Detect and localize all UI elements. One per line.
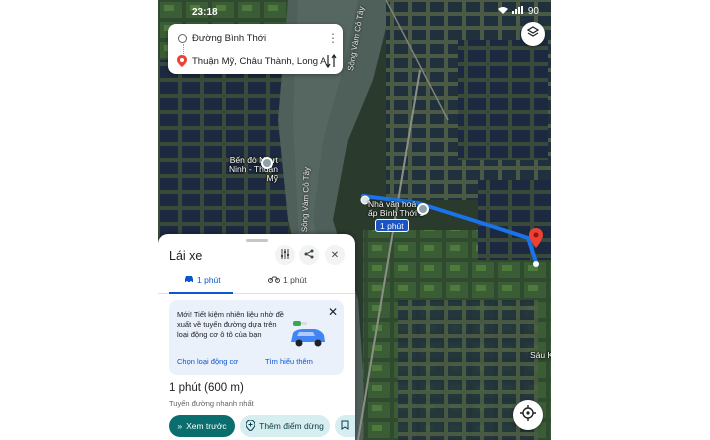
crosshair-icon bbox=[520, 404, 536, 426]
phone-screen: 23:18 90 Đường Bình Thới ⋮ Thuận Mỹ, Châ… bbox=[158, 0, 551, 440]
tab-motorbike[interactable]: 1 phút bbox=[268, 275, 307, 285]
save-button[interactable] bbox=[335, 415, 355, 437]
add-stop-button-label: Thêm điểm dừng bbox=[259, 421, 324, 431]
destination-field[interactable]: Thuận Mỹ, Châu Thành, Long An bbox=[192, 56, 327, 67]
route-options-button[interactable] bbox=[275, 245, 295, 265]
tab-car[interactable]: 1 phút bbox=[184, 275, 221, 285]
layers-icon bbox=[526, 25, 540, 43]
promo-text: Mới! Tiết kiệm nhiên liệu nhờ đề xuất về… bbox=[177, 310, 284, 339]
active-tab-indicator bbox=[169, 292, 233, 294]
destination-pin-icon bbox=[177, 55, 187, 67]
sliders-icon bbox=[280, 248, 290, 262]
layers-button[interactable] bbox=[521, 22, 545, 46]
more-options-icon[interactable]: ⋮ bbox=[327, 31, 339, 45]
share-button[interactable] bbox=[299, 245, 319, 265]
destination-marker-icon[interactable] bbox=[529, 228, 543, 248]
learn-more-link[interactable]: Tìm hiểu thêm bbox=[265, 357, 313, 366]
directions-sheet: Lái xe ✕ 1 phút 1 phút Mới! Tiết kiệm nh… bbox=[158, 234, 355, 440]
choose-engine-link[interactable]: Chọn loại động cơ bbox=[177, 357, 238, 366]
culture-house-poi-icon[interactable] bbox=[417, 203, 429, 215]
preview-button-label: Xem trước bbox=[186, 421, 227, 431]
sheet-title: Lái xe bbox=[169, 249, 203, 263]
ferry-poi-icon[interactable] bbox=[261, 157, 273, 169]
close-icon: ✕ bbox=[330, 249, 340, 261]
origin-dot-icon bbox=[178, 34, 187, 43]
share-icon bbox=[304, 249, 314, 262]
route-subtitle: Tuyến đường nhanh nhất bbox=[169, 399, 254, 408]
status-time: 23:18 bbox=[192, 7, 218, 18]
preview-button[interactable]: » Xem trước bbox=[169, 415, 235, 437]
destination-row[interactable]: Thuận Mỹ, Châu Thành, Long An bbox=[168, 51, 343, 73]
double-chevron-icon: » bbox=[177, 421, 183, 431]
page: 23:18 90 Đường Bình Thới ⋮ Thuận Mỹ, Châ… bbox=[0, 0, 710, 440]
tab-car-label: 1 phút bbox=[197, 275, 221, 285]
route-time: 1 phút (600 m) bbox=[169, 382, 244, 394]
wifi-icon bbox=[497, 6, 508, 17]
travel-mode-tabs: 1 phút 1 phút bbox=[158, 272, 355, 294]
bookmark-icon bbox=[341, 420, 349, 432]
engine-type-promo: Mới! Tiết kiệm nhiên liệu nhờ đề xuất về… bbox=[169, 300, 344, 375]
my-location-button[interactable] bbox=[513, 400, 543, 430]
close-button[interactable]: ✕ bbox=[325, 245, 345, 265]
origin-field[interactable]: Đường Bình Thới bbox=[192, 33, 327, 44]
promo-close-icon[interactable]: ✕ bbox=[328, 305, 338, 319]
signal-icon bbox=[511, 6, 524, 17]
tab-motorbike-label: 1 phút bbox=[283, 275, 307, 285]
drag-handle[interactable] bbox=[246, 239, 268, 242]
status-icons: 90 bbox=[497, 6, 539, 17]
car-icon bbox=[184, 275, 194, 285]
swap-icon[interactable] bbox=[325, 53, 337, 69]
add-stop-button[interactable]: Thêm điểm dừng bbox=[240, 415, 330, 437]
eco-car-icon bbox=[287, 320, 329, 348]
directions-card: Đường Bình Thới ⋮ Thuận Mỹ, Châu Thành, … bbox=[168, 24, 343, 74]
sau-k-label: Sáu K bbox=[530, 350, 551, 360]
origin-row[interactable]: Đường Bình Thới ⋮ bbox=[168, 28, 343, 50]
motorbike-icon bbox=[268, 275, 280, 285]
battery-level: 90 bbox=[527, 6, 539, 17]
route-duration-tag[interactable]: 1 phút bbox=[375, 219, 409, 232]
add-stop-icon bbox=[245, 418, 256, 433]
